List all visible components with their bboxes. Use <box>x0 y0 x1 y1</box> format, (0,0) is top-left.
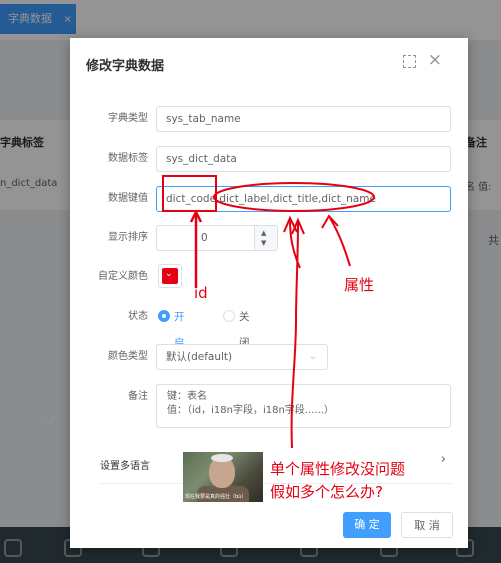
color-picker[interactable]: ⌄ <box>158 264 182 288</box>
color-swatch: ⌄ <box>162 268 178 284</box>
dict-type-input[interactable]: sys_tab_name <box>156 106 451 132</box>
cancel-button[interactable]: 取 消 <box>401 512 453 538</box>
annotation-text-id: id <box>194 284 208 302</box>
chevron-up-icon[interactable]: ▲ <box>261 229 266 237</box>
meme-caption: 现在我要是真的强壮（bù） <box>185 494 247 500</box>
chevron-down-icon: ⌄ <box>308 351 317 362</box>
fullscreen-icon[interactable] <box>403 55 416 68</box>
chevron-down-icon[interactable]: ▼ <box>261 239 266 247</box>
stepper-buttons[interactable]: ▲ ▼ <box>254 226 277 250</box>
color-label: 自定义颜色 <box>98 271 148 282</box>
annotation-text-attr: 属性 <box>344 276 375 294</box>
meme-image: 现在我要是真的强壮（bù） <box>183 452 263 502</box>
dict-label-label: 数据标签 <box>108 153 148 164</box>
chevron-down-icon: ⌄ <box>165 269 173 279</box>
close-icon[interactable]: × <box>428 50 442 70</box>
annotation-note-line2: 假如多个怎么办? <box>270 483 383 501</box>
status-radio-on[interactable] <box>158 310 170 322</box>
dict-label-input[interactable]: sys_dict_data <box>156 146 451 172</box>
dict-value-label: 数据键值 <box>108 193 148 204</box>
color-type-select[interactable]: 默认(default) ⌄ <box>156 344 328 370</box>
multilang-label[interactable]: 设置多语言 <box>100 457 150 472</box>
sort-stepper[interactable]: 0 ▲ ▼ <box>156 225 278 251</box>
remark-textarea[interactable]: 键：表名 值：（id，i18n字段，i18n字段......） <box>156 384 451 428</box>
status-radio-off[interactable] <box>223 310 235 322</box>
color-type-label: 颜色类型 <box>108 351 148 362</box>
dict-type-label: 字典类型 <box>108 113 148 124</box>
sort-value: 0 <box>201 232 208 244</box>
chevron-right-icon[interactable]: › <box>441 452 446 467</box>
dict-value-input[interactable]: dict_code,dict_label,dict_title,dict_nam… <box>156 186 451 212</box>
annotation-note-line1: 单个属性修改没问题 <box>270 460 406 478</box>
remark-label: 备注 <box>128 391 148 402</box>
color-type-value: 默认(default) <box>166 351 233 363</box>
status-label: 状态 <box>128 311 148 322</box>
sort-label: 显示排序 <box>108 232 148 243</box>
confirm-button[interactable]: 确 定 <box>343 512 391 538</box>
dialog-title: 修改字典数据 <box>86 59 165 74</box>
meme-figure-hair <box>211 454 233 462</box>
edit-dict-dialog: 修改字典数据 × 字典类型 sys_tab_name 数据标签 sys_dict… <box>44 38 468 548</box>
